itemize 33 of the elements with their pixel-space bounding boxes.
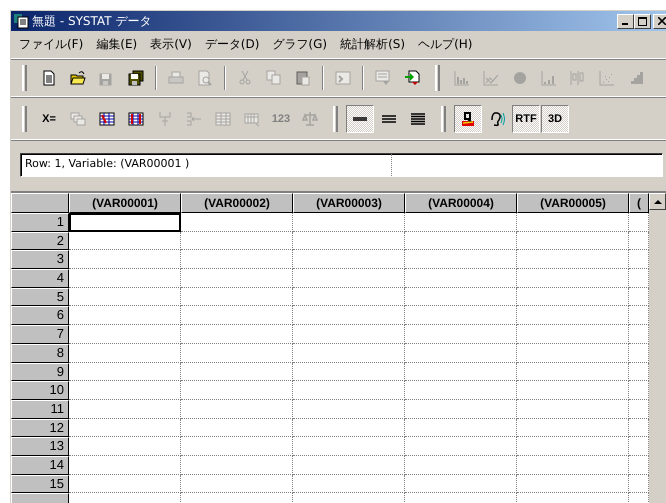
column-header[interactable]: (VAR00001) <box>69 193 181 213</box>
window-title: 無題 - SYSTAT データ <box>32 12 152 30</box>
row-header[interactable]: 7 <box>11 325 69 344</box>
column-header[interactable]: (VAR00004) <box>405 193 517 213</box>
menu-item[interactable]: ファイル(F) <box>15 36 92 53</box>
row-header[interactable]: 2 <box>11 232 69 250</box>
menu-item[interactable]: 統計解析(S) <box>336 36 414 53</box>
column-header[interactable]: ( <box>629 193 649 213</box>
row-header[interactable]: 3 <box>11 250 69 270</box>
row-header[interactable]: 6 <box>11 306 69 326</box>
column-header[interactable]: (VAR00002) <box>181 193 293 213</box>
menu-item[interactable]: 表示(V) <box>146 36 201 53</box>
row-header[interactable]: 12 <box>11 418 69 438</box>
row-header[interactable]: 15 <box>11 474 69 494</box>
menu-item[interactable]: グラフ(G) <box>268 36 336 53</box>
status-text: Row: 1, Variable: (VAR00001 ) <box>24 156 190 172</box>
toolbar-button[interactable]: X= <box>35 104 63 132</box>
column-header[interactable]: (VAR00003) <box>293 193 405 213</box>
menu-item[interactable]: ヘルプ(H) <box>414 36 482 53</box>
row-header[interactable]: 10 <box>11 381 69 400</box>
row-header[interactable]: 9 <box>11 362 69 382</box>
row-header[interactable]: 13 <box>11 437 69 456</box>
row-header[interactable]: 14 <box>11 456 69 475</box>
row-header[interactable]: 4 <box>11 269 69 288</box>
column-header[interactable]: (VAR00005) <box>517 193 629 213</box>
row-header[interactable]: 8 <box>11 344 69 362</box>
toolbar-button[interactable]: RTF <box>512 104 540 132</box>
menu-item[interactable]: 編集(E) <box>92 36 146 53</box>
row-header[interactable]: 11 <box>11 400 69 419</box>
menu-item[interactable]: データ(D) <box>200 36 268 53</box>
toolbar-button[interactable]: 3D <box>541 104 569 132</box>
row-header[interactable]: 1 <box>11 213 69 232</box>
row-header[interactable]: 5 <box>11 288 69 306</box>
